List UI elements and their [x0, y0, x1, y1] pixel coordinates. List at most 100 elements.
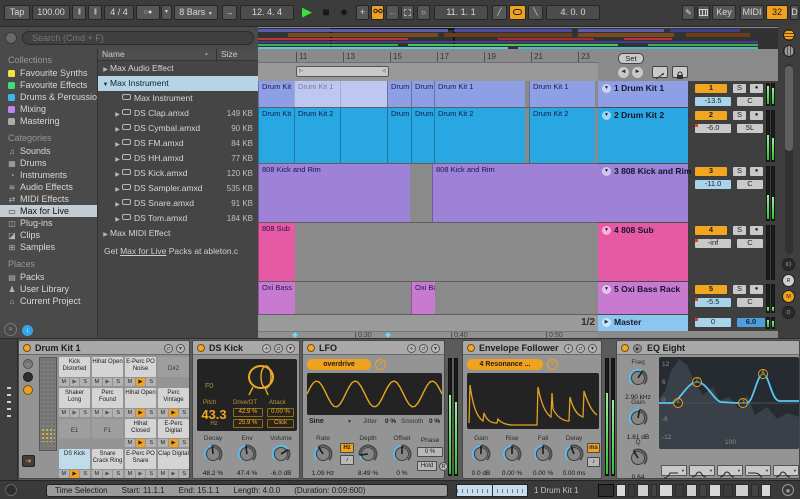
device-chain-thumbnail[interactable] [628, 484, 635, 497]
device-chain-thumbnail[interactable] [651, 484, 657, 497]
device-chain-thumbnail[interactable] [637, 484, 649, 497]
track-number-button[interactable]: 2 [694, 110, 728, 121]
notification-bell-icon[interactable] [782, 484, 794, 496]
map-mode-icon[interactable]: ✛ [564, 344, 573, 353]
file-list-row[interactable]: ▶DS FM.amxd84 KB [98, 136, 258, 151]
master-cue-field[interactable]: 6.0 [736, 317, 766, 328]
pad-mute-button[interactable]: M [125, 439, 135, 447]
offset-knob-dial[interactable] [391, 452, 413, 469]
punch-out-button[interactable]: ╲ [528, 5, 543, 20]
master-track-header[interactable]: ▶Master [598, 315, 688, 331]
macro-view-toggle[interactable]: ◠ [23, 359, 33, 369]
track-number-button[interactable]: 1 [694, 83, 728, 94]
device-on-toggle[interactable] [23, 344, 31, 352]
pad-solo-button[interactable]: S [80, 378, 90, 386]
pad-name[interactable]: Hihat Open [125, 388, 156, 408]
computer-midi-keyboard-button[interactable] [697, 5, 710, 20]
drum-pad-d-2[interactable]: D#2M▶S [158, 357, 189, 386]
pad-name[interactable]: Perc Found [92, 388, 123, 408]
pad-mute-button[interactable]: M [125, 409, 135, 417]
save-preset-icon[interactable]: ▼ [176, 344, 185, 353]
arrangement-position-field[interactable]: 12. 4. 4 [240, 5, 294, 20]
device-chain-thumbnail[interactable] [761, 484, 771, 497]
retrigger-button[interactable]: R [439, 462, 448, 471]
column-name[interactable]: Name [102, 49, 125, 60]
pad-mute-button[interactable]: M [92, 378, 102, 386]
save-preset-icon[interactable]: ▼ [431, 344, 440, 353]
device-chain-thumbnail[interactable] [686, 484, 697, 497]
sidebar-item-favourite-effects[interactable]: Favourite Effects [0, 79, 97, 91]
master-track-lane[interactable]: 1/2 [258, 315, 598, 331]
clip[interactable]: 808 Sub [258, 223, 295, 281]
sidebar-item-clips[interactable]: ◪Clips [0, 229, 97, 241]
time-signature-field[interactable]: 4 / 4 [104, 5, 134, 20]
ot-value[interactable]: 25.9 % [233, 419, 263, 428]
expand-device-icon[interactable]: ▶ [633, 344, 642, 353]
drum-pad-shaker-long[interactable]: Shaker LongM▶S [59, 388, 90, 417]
eq-band-node-2[interactable]: 2 [692, 377, 702, 387]
jitter-value[interactable]: 0 % [385, 418, 396, 425]
draw-mode-button[interactable]: ✎ [682, 5, 695, 20]
midi-map-button[interactable]: MIDI [740, 5, 764, 20]
track-number-button[interactable]: 3 [694, 166, 728, 177]
browser-collapse-button[interactable] [5, 32, 17, 44]
hot-swap-icon[interactable]: ⇄ [274, 344, 283, 353]
pad-name[interactable]: Shaker Long [59, 388, 90, 408]
capture-midi-button[interactable]: ○ [417, 5, 430, 20]
loop-length-field[interactable]: 4. 0. 0 [546, 5, 600, 20]
drum-pad-perc-found[interactable]: Perc FoundM▶S [92, 388, 123, 417]
pad-name[interactable]: E-Perc PO Snare [125, 449, 156, 469]
expand-arrow-icon[interactable]: ▶ [113, 168, 122, 181]
unfold-track-button[interactable]: ▼ [602, 285, 611, 294]
sidebar-item-user-library[interactable]: ♟User Library [0, 283, 97, 295]
device-chain-thumbnail[interactable] [616, 484, 626, 497]
hot-swap-icon[interactable]: ⇄ [164, 344, 173, 353]
gain-knob[interactable]: Gain▼1.61 dB [621, 399, 655, 442]
pad-mute-button[interactable]: M [59, 378, 69, 386]
track-arm-button[interactable]: ● [749, 225, 764, 236]
track-volume-field[interactable]: -5.5 [694, 297, 732, 308]
drum-pad-clap-digital[interactable]: Clap DigitalM▶S [158, 449, 189, 478]
pad-name[interactable]: Clap Digital [158, 449, 189, 469]
clip[interactable]: 808 Kick and Rim [432, 164, 598, 222]
nudge-up-button[interactable]: ||| [88, 5, 102, 20]
file-list-row[interactable]: ▶DS Sampler.amxd535 KB [98, 181, 258, 196]
drum-pad-kick-distorted[interactable]: Kick DistortedM▶S [59, 357, 90, 386]
drum-pad-e-perc-digital[interactable]: E-Perc DigitalM▶S [158, 419, 189, 448]
pad-play-button[interactable]: ▶ [169, 470, 179, 478]
auto-select-toggle[interactable]: ➔ [22, 455, 35, 467]
rise-knob-value[interactable]: 0.00 % [495, 470, 529, 478]
pad-mute-button[interactable]: M [125, 378, 135, 386]
track-header-1[interactable]: ▼1 Drum Kit 1 [598, 81, 688, 108]
mini-clip-preview[interactable] [456, 484, 528, 497]
column-size[interactable]: Size [216, 49, 238, 60]
sidebar-item-drums-percussion[interactable]: Drums & Percussion [0, 91, 97, 103]
filter-type-menu[interactable]: ▼ [689, 465, 715, 476]
device-on-toggle[interactable] [197, 344, 205, 352]
track-pan-field[interactable]: 5L [736, 123, 764, 134]
drum-pad-hihat-open[interactable]: Hihat OpenM▶S [92, 357, 123, 386]
punch-in-button[interactable]: ╱ [492, 5, 507, 20]
stop-button[interactable]: ■ [318, 4, 334, 21]
file-list-row[interactable]: ▼Max Instrument [98, 76, 258, 91]
map-target-button[interactable]: 4 Resonance ... [467, 359, 543, 370]
pad-solo-button[interactable]: S [179, 409, 189, 417]
device-chain-thumbnail[interactable] [751, 484, 759, 497]
track-lane-2[interactable]: Drum KitDrum Kit 2Drum KDrum KDrum Kit 2… [258, 108, 598, 164]
record-button[interactable]: ● [336, 4, 352, 21]
track-lane-5[interactable]: Oxi BassOxi Bas [258, 282, 598, 315]
decay-knob-dial[interactable] [202, 452, 224, 469]
clip[interactable]: Drum K [387, 108, 411, 163]
filter-type-menu[interactable]: ▼ [773, 465, 799, 476]
loop-end-handle[interactable]: ◁ [382, 68, 386, 74]
pad-mute-button[interactable]: M [92, 409, 102, 417]
chevron-down-icon[interactable]: ▼ [347, 419, 352, 425]
unfold-track-button[interactable]: ▼ [602, 111, 611, 120]
clip[interactable]: Drum K [387, 81, 411, 107]
device-on-toggle[interactable] [467, 344, 475, 352]
gain-knob-dial[interactable] [470, 452, 492, 469]
unmap-icon[interactable]: ✕ [375, 359, 386, 370]
follow-button[interactable]: → [222, 5, 237, 20]
click-button[interactable]: Click [267, 419, 294, 428]
track-arm-button[interactable]: ● [749, 83, 764, 94]
